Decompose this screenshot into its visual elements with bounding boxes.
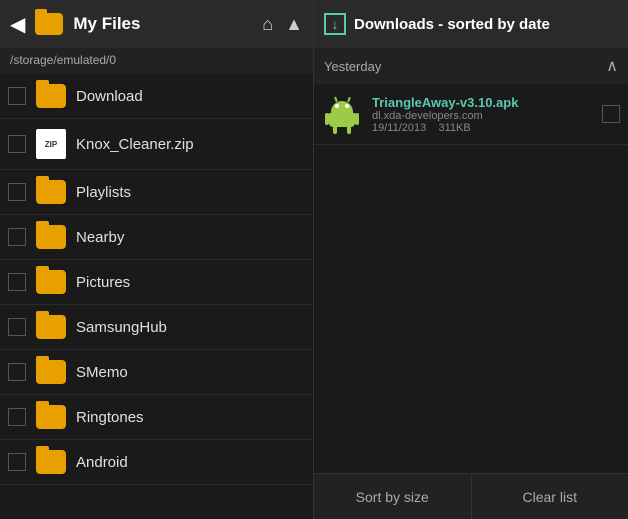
left-header: ◀ My Files ⌂ ▲ bbox=[0, 0, 313, 48]
date-section-header[interactable]: Yesterday ∧ bbox=[314, 48, 628, 84]
right-title: Downloads - sorted by date bbox=[354, 16, 550, 33]
zip-icon: ZIP bbox=[36, 129, 66, 159]
path-bar: /storage/emulated/0 bbox=[0, 48, 313, 74]
folder-icon bbox=[36, 315, 66, 339]
folder-icon bbox=[36, 84, 66, 108]
file-name: Android bbox=[76, 454, 128, 471]
download-checkbox[interactable] bbox=[602, 105, 620, 123]
folder-icon bbox=[36, 360, 66, 384]
file-list: Download ZIP Knox_Cleaner.zip Playlists … bbox=[0, 74, 313, 519]
left-title: My Files bbox=[73, 14, 252, 34]
folder-icon bbox=[36, 450, 66, 474]
download-size: 311KB bbox=[438, 122, 470, 134]
sort-by-size-button[interactable]: Sort by size bbox=[314, 474, 472, 519]
home-icon[interactable]: ⌂ bbox=[262, 14, 273, 35]
file-name: Pictures bbox=[76, 274, 130, 291]
file-name: Download bbox=[76, 88, 143, 105]
apk-icon bbox=[322, 94, 362, 134]
folder-icon bbox=[36, 405, 66, 429]
checkbox[interactable] bbox=[8, 453, 26, 471]
clear-list-button[interactable]: Clear list bbox=[472, 474, 628, 519]
list-item[interactable]: Pictures bbox=[0, 260, 313, 305]
list-item[interactable]: Ringtones bbox=[0, 395, 313, 440]
date-label: Yesterday bbox=[324, 59, 381, 74]
checkbox[interactable] bbox=[8, 408, 26, 426]
download-item[interactable]: TriangleAway-v3.10.apk dl.xda-developers… bbox=[314, 84, 628, 145]
my-files-folder-icon bbox=[35, 13, 63, 35]
right-panel: ↓ Downloads - sorted by date Yesterday ∧ bbox=[314, 0, 628, 519]
arrow-down-icon: ↓ bbox=[332, 17, 339, 31]
file-name: SamsungHub bbox=[76, 319, 167, 336]
list-item[interactable]: Nearby bbox=[0, 215, 313, 260]
right-footer: Sort by size Clear list bbox=[314, 473, 628, 519]
checkbox[interactable] bbox=[8, 135, 26, 153]
file-name: SMemo bbox=[76, 364, 128, 381]
checkbox[interactable] bbox=[8, 273, 26, 291]
checkbox[interactable] bbox=[8, 363, 26, 381]
back-icon[interactable]: ◀ bbox=[10, 12, 25, 37]
download-filename: TriangleAway-v3.10.apk bbox=[372, 95, 592, 110]
list-item[interactable]: Android bbox=[0, 440, 313, 485]
android-robot-icon bbox=[325, 97, 359, 131]
checkbox[interactable] bbox=[8, 87, 26, 105]
left-panel: ◀ My Files ⌂ ▲ /storage/emulated/0 Downl… bbox=[0, 0, 314, 519]
header-actions: ⌂ ▲ bbox=[262, 14, 303, 35]
file-name: Knox_Cleaner.zip bbox=[76, 136, 194, 153]
list-item[interactable]: SMemo bbox=[0, 350, 313, 395]
downloads-content: Yesterday ∧ TriangleAway-v3.10.apk dl.xd bbox=[314, 48, 628, 473]
list-item[interactable]: SamsungHub bbox=[0, 305, 313, 350]
download-date: 19/11/2013 bbox=[372, 122, 426, 134]
folder-icon bbox=[36, 225, 66, 249]
download-source: dl.xda-developers.com bbox=[372, 110, 592, 122]
right-header: ↓ Downloads - sorted by date bbox=[314, 0, 628, 48]
download-info: TriangleAway-v3.10.apk dl.xda-developers… bbox=[372, 95, 592, 134]
folder-icon bbox=[36, 180, 66, 204]
download-meta: 19/11/2013 311KB bbox=[372, 122, 592, 134]
checkbox[interactable] bbox=[8, 228, 26, 246]
file-name: Nearby bbox=[76, 229, 124, 246]
collapse-icon[interactable]: ∧ bbox=[606, 56, 618, 76]
file-name: Playlists bbox=[76, 184, 131, 201]
checkbox[interactable] bbox=[8, 183, 26, 201]
folder-icon bbox=[36, 270, 66, 294]
download-indicator-icon: ↓ bbox=[324, 13, 346, 35]
list-item[interactable]: ZIP Knox_Cleaner.zip bbox=[0, 119, 313, 170]
list-item[interactable]: Playlists bbox=[0, 170, 313, 215]
file-name: Ringtones bbox=[76, 409, 144, 426]
list-item[interactable]: Download bbox=[0, 74, 313, 119]
upload-icon[interactable]: ▲ bbox=[285, 14, 303, 35]
checkbox[interactable] bbox=[8, 318, 26, 336]
